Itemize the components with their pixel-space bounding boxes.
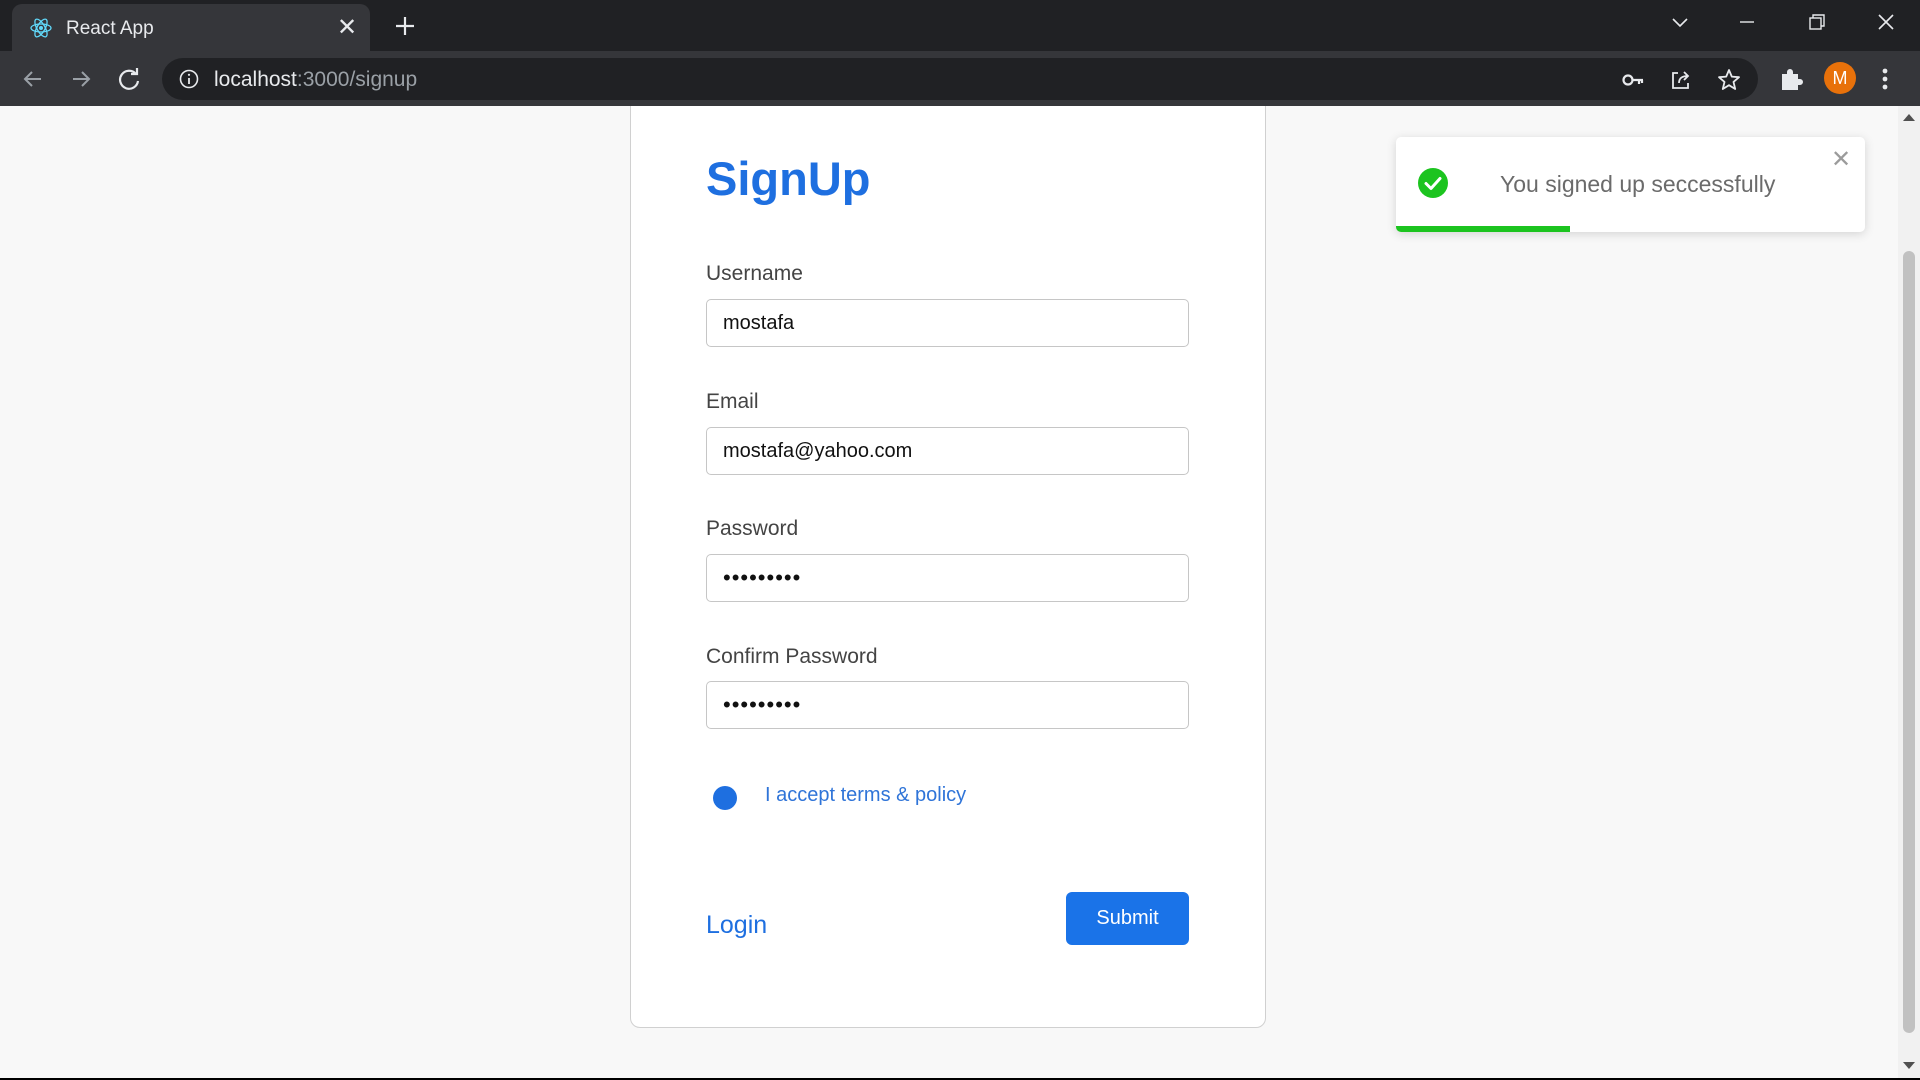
url-text: localhost:3000/signup xyxy=(214,68,417,92)
kebab-menu-icon[interactable] xyxy=(1878,64,1892,94)
browser-toolbar: localhost:3000/signup M xyxy=(0,51,1920,106)
scroll-down-arrow-icon[interactable] xyxy=(1903,1062,1915,1069)
toast-progress-bar xyxy=(1396,226,1570,232)
profile-avatar[interactable]: M xyxy=(1824,62,1856,94)
toast-message: You signed up seccessfully xyxy=(1500,171,1776,197)
signup-card: SignUp Username Email Password Confirm P… xyxy=(630,106,1266,1028)
scroll-up-arrow-icon[interactable] xyxy=(1903,114,1915,121)
login-link[interactable]: Login xyxy=(706,911,767,940)
success-check-icon xyxy=(1418,168,1448,198)
bookmark-star-icon[interactable] xyxy=(1716,67,1742,93)
password-label: Password xyxy=(706,517,799,540)
toast-progress-track xyxy=(1396,226,1865,232)
tab-search-chevron-down-icon[interactable] xyxy=(1660,8,1700,38)
forward-arrow-icon[interactable] xyxy=(64,62,98,96)
url-host: localhost xyxy=(214,68,297,91)
scrollbar-thumb[interactable] xyxy=(1903,251,1915,1033)
page-title: SignUp xyxy=(706,152,871,205)
page-viewport: SignUp Username Email Password Confirm P… xyxy=(0,106,1898,1078)
page-scrollbar[interactable] xyxy=(1898,106,1920,1078)
share-icon[interactable] xyxy=(1668,67,1694,93)
submit-button[interactable]: Submit xyxy=(1066,892,1189,945)
confirm-password-label: Confirm Password xyxy=(706,645,878,668)
browser-title-bar: React App ✕ xyxy=(0,0,1920,51)
email-label: Email xyxy=(706,390,759,413)
address-bar[interactable]: localhost:3000/signup xyxy=(162,58,1758,100)
back-arrow-icon[interactable] xyxy=(16,62,50,96)
email-input[interactable] xyxy=(706,427,1189,475)
key-icon[interactable] xyxy=(1620,67,1646,93)
extensions-puzzle-icon[interactable] xyxy=(1777,65,1805,93)
react-logo-icon xyxy=(30,18,52,38)
tab-title: React App xyxy=(66,18,154,39)
window-close-icon[interactable] xyxy=(1866,8,1906,38)
username-label: Username xyxy=(706,262,803,285)
confirm-password-input[interactable] xyxy=(706,681,1189,729)
reload-icon[interactable] xyxy=(112,62,146,96)
url-path: :3000/signup xyxy=(296,68,418,91)
username-input[interactable] xyxy=(706,299,1189,347)
new-tab-plus-icon[interactable] xyxy=(388,11,422,41)
browser-tab[interactable]: React App ✕ xyxy=(12,4,370,51)
tab-close-icon[interactable]: ✕ xyxy=(334,15,360,41)
toast-close-icon[interactable]: ✕ xyxy=(1830,148,1852,172)
window-restore-icon[interactable] xyxy=(1796,8,1836,38)
terms-label[interactable]: I accept terms & policy xyxy=(765,784,966,807)
success-toast: You signed up seccessfully ✕ xyxy=(1396,137,1865,232)
password-input[interactable] xyxy=(706,554,1189,602)
terms-radio[interactable] xyxy=(713,786,737,810)
info-icon[interactable] xyxy=(178,68,200,90)
window-minimize-icon[interactable] xyxy=(1727,8,1767,38)
